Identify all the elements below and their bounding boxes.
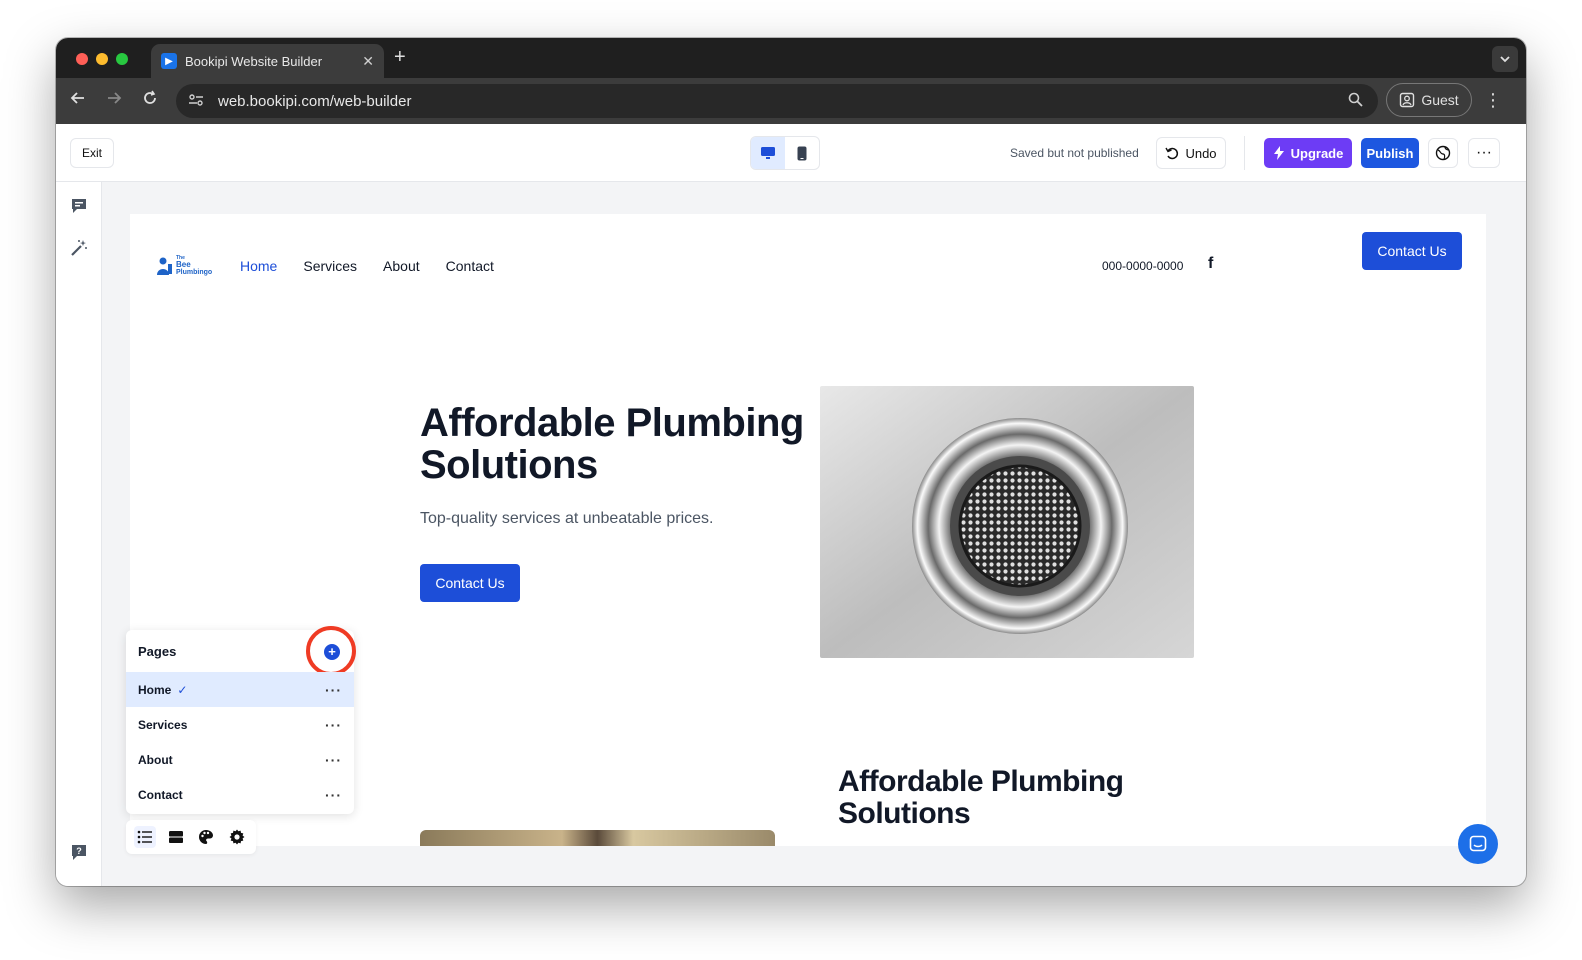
hero-image-drain[interactable] [820,386,1194,658]
page-more-icon[interactable]: ··· [325,787,342,803]
sections-icon[interactable] [165,826,187,848]
hero-subtitle[interactable]: Top-quality services at unbeatable price… [420,510,714,528]
desktop-icon [761,147,775,159]
facebook-icon[interactable]: f [1208,255,1213,273]
page-label: Services [138,717,188,732]
help-icon[interactable]: ? [69,842,89,862]
nav-services[interactable]: Services [303,258,357,274]
more-options-button[interactable]: ··· [1468,138,1500,168]
chat-icon [1469,835,1487,852]
undo-button[interactable]: Undo [1156,137,1226,169]
undo-icon [1165,147,1179,160]
profile-button[interactable]: Guest [1386,83,1472,117]
page-more-icon[interactable]: ··· [325,752,342,768]
page-row-about[interactable]: About ··· [126,742,354,777]
page-row-services[interactable]: Services ··· [126,707,354,742]
bottom-toolbar [126,820,256,854]
page-more-icon[interactable]: ··· [325,682,342,698]
page-row-home[interactable]: Home ✓ ··· [126,672,354,707]
publish-button[interactable]: Publish [1361,138,1419,168]
phone-number[interactable]: 000-0000-0000 [1102,259,1183,273]
hero-title[interactable]: Affordable Plumbing Solutions [420,402,810,486]
upgrade-button[interactable]: Upgrade [1264,138,1352,168]
tab-search-button[interactable] [1492,46,1518,72]
add-page-button[interactable]: + [324,644,340,660]
exit-button[interactable]: Exit [70,138,114,168]
chat-button[interactable] [1458,824,1498,864]
tab-close-icon[interactable]: ✕ [362,53,374,70]
globe-button[interactable] [1428,138,1458,168]
device-toggle [750,136,820,170]
browser-menu-icon[interactable]: ⋮ [1484,90,1502,111]
builder-toolbar: Exit Saved but not published Undo Upgrad… [56,124,1526,182]
palette-icon[interactable] [195,826,217,848]
url-text: web.bookipi.com/web-builder [218,92,412,110]
tab-bar: ▶ Bookipi Website Builder ✕ + [56,38,1526,78]
page-label: Contact [138,787,183,802]
section2-title[interactable]: Affordable Plumbing Solutions [838,766,1178,830]
forward-icon[interactable] [106,90,122,111]
section2-image[interactable] [420,830,775,846]
back-icon[interactable] [70,90,86,111]
page-row-contact[interactable]: Contact ··· [126,777,354,812]
url-bar[interactable]: web.bookipi.com/web-builder [176,84,1378,118]
tab-title: Bookipi Website Builder [185,53,323,69]
header-contact-button[interactable]: Contact Us [1362,232,1462,270]
browser-tab[interactable]: ▶ Bookipi Website Builder ✕ [151,44,384,78]
desktop-view-button[interactable] [751,137,785,169]
logo-icon [157,257,172,275]
list-icon[interactable] [134,826,157,848]
maximize-window-button[interactable] [116,53,128,65]
bolt-icon [1273,146,1284,160]
comment-icon[interactable] [69,196,89,216]
save-status: Saved but not published [1010,146,1139,160]
page-label: Home [138,682,172,697]
left-rail: ? [56,182,102,886]
toolbar-divider [1244,136,1245,170]
upgrade-label: Upgrade [1290,145,1344,161]
profile-label: Guest [1421,92,1459,108]
nav-home[interactable]: Home [240,258,277,274]
gear-icon[interactable] [226,826,248,848]
magic-wand-icon[interactable] [69,238,89,258]
browser-window: ▶ Bookipi Website Builder ✕ + web.bookip… [56,38,1526,886]
undo-label: Undo [1185,145,1217,161]
profile-icon [1400,92,1415,108]
nav-contact[interactable]: Contact [446,258,494,274]
logo-text-plumbingo: Plumbingo [176,269,213,276]
hero-contact-button[interactable]: Contact Us [420,564,520,602]
site-nav: Home Services About Contact [240,258,494,274]
logo-text-bee: Bee [176,260,191,269]
logo-wordmark: The Bee Plumbingo [176,255,212,277]
bookipi-favicon-icon: ▶ [161,53,177,69]
chevron-down-icon [1500,56,1510,63]
mobile-view-button[interactable] [785,137,819,169]
pages-panel: Pages + Home ✓ ··· Services ··· About ··… [126,626,356,814]
search-icon[interactable] [1348,92,1378,111]
close-window-button[interactable] [76,53,88,65]
site-settings-icon[interactable] [188,93,210,110]
new-tab-button[interactable]: + [394,46,406,69]
reload-icon[interactable] [142,90,158,111]
site-logo[interactable]: The Bee Plumbingo [156,254,214,278]
minimize-window-button[interactable] [96,53,108,65]
page-label: About [138,752,173,767]
check-icon: ✓ [177,682,188,697]
globe-icon [1435,145,1451,161]
svg-text:?: ? [76,846,82,856]
pages-panel-title: Pages [138,644,177,659]
page-more-icon[interactable]: ··· [325,717,342,733]
mobile-icon [797,146,807,160]
address-toolbar: web.bookipi.com/web-builder Guest ⋮ [56,78,1526,124]
nav-about[interactable]: About [383,258,420,274]
